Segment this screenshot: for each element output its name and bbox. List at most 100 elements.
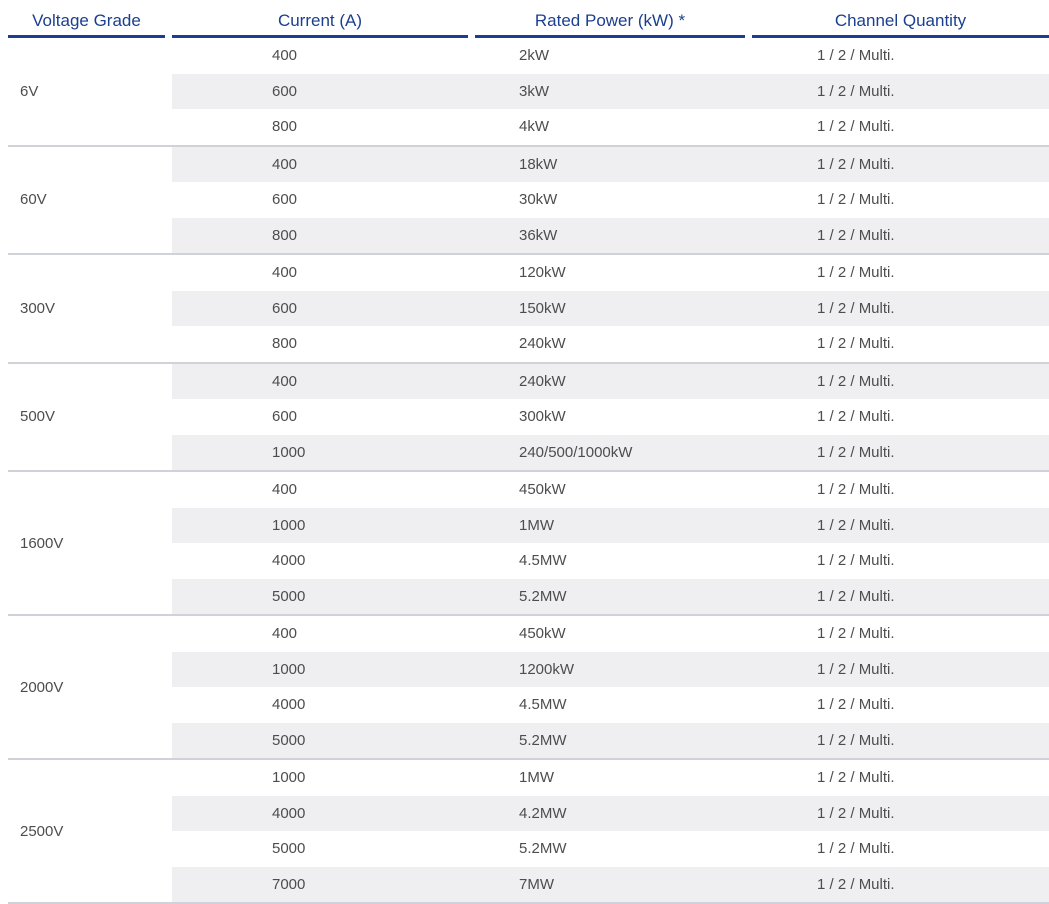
voltage-grade-cell: 6V [20, 82, 39, 100]
current-cell: 5000 [272, 731, 306, 749]
table-row: 800 240kW 1 / 2 / Multi. [172, 326, 1049, 362]
rated-power-cell: 240kW [519, 335, 566, 352]
current-cell: 4000 [272, 552, 306, 569]
header-current: Current (A) [172, 4, 468, 38]
current-cell: 1000 [272, 516, 306, 534]
channel-quantity-cell: 1 / 2 / Multi. [817, 155, 895, 173]
table-row: 4000 4.2MW 1 / 2 / Multi. [172, 795, 1049, 831]
channel-quantity-cell: 1 / 2 / Multi. [817, 516, 895, 534]
channel-quantity-cell: 1 / 2 / Multi. [817, 625, 895, 642]
channel-quantity-cell: 1 / 2 / Multi. [817, 552, 895, 569]
channel-quantity-cell: 1 / 2 / Multi. [817, 264, 895, 281]
voltage-grade-cell: 300V [20, 299, 56, 317]
voltage-grade-cell: 60V [20, 191, 47, 209]
channel-quantity-cell: 1 / 2 / Multi. [817, 696, 895, 713]
rated-power-cell: 450kW [519, 481, 566, 498]
current-cell: 600 [272, 82, 298, 100]
voltage-group: 60V 400 18kW 1 / 2 / Multi. 600 30kW 1 / 2 / M… [8, 146, 1049, 255]
table-row: 600 30kW 1 / 2 / Multi. [172, 182, 1049, 218]
table-row: 400 18kW 1 / 2 / Multi. [172, 146, 1049, 182]
channel-quantity-cell: 1 / 2 / Multi. [817, 875, 895, 893]
channel-quantity-cell: 1 / 2 / Multi. [817, 372, 895, 390]
channel-quantity-cell: 1 / 2 / Multi. [817, 408, 895, 425]
rated-power-cell: 240kW [519, 372, 566, 390]
table-row: 400 120kW 1 / 2 / Multi. [172, 255, 1049, 291]
current-cell: 5000 [272, 840, 306, 857]
spec-table: Voltage Grade Current (A) Rated Power (k… [8, 4, 1049, 904]
table-row: 400 450kW 1 / 2 / Multi. [172, 616, 1049, 652]
table-row: 400 2kW 1 / 2 / Multi. [172, 38, 1049, 74]
rated-power-cell: 450kW [519, 625, 566, 642]
channel-quantity-cell: 1 / 2 / Multi. [817, 82, 895, 100]
table-row: 1000 1MW 1 / 2 / Multi. [172, 760, 1049, 796]
rated-power-cell: 1MW [519, 516, 554, 534]
current-cell: 800 [272, 226, 298, 244]
current-cell: 400 [272, 155, 298, 173]
voltage-grade-cell: 1600V [20, 534, 64, 552]
voltage-group: 1600V 400 450kW 1 / 2 / Multi. 1000 1MW 1 / 2 … [8, 472, 1049, 616]
channel-quantity-cell: 1 / 2 / Multi. [817, 47, 895, 64]
rated-power-cell: 36kW [519, 226, 558, 244]
rated-power-cell: 4.5MW [519, 552, 567, 569]
rated-power-cell: 5.2MW [519, 840, 567, 857]
voltage-grade-cell: 500V [20, 408, 56, 426]
channel-quantity-cell: 1 / 2 / Multi. [817, 299, 895, 317]
table-row: 600 3kW 1 / 2 / Multi. [172, 73, 1049, 109]
table-row: 1000 240/500/1000kW 1 / 2 / Multi. [172, 434, 1049, 470]
current-cell: 400 [272, 481, 298, 498]
current-cell: 800 [272, 335, 298, 352]
voltage-group: 2500V 1000 1MW 1 / 2 / Multi. 4000 4.2MW 1 / 2… [8, 760, 1049, 904]
current-cell: 800 [272, 118, 298, 135]
current-cell: 5000 [272, 587, 306, 605]
current-cell: 400 [272, 264, 298, 281]
current-cell: 400 [272, 372, 298, 390]
table-header: Voltage Grade Current (A) Rated Power (k… [8, 4, 1049, 38]
rated-power-cell: 300kW [519, 408, 566, 425]
current-cell: 600 [272, 191, 298, 208]
table-body: 6V 400 2kW 1 / 2 / Multi. 600 3kW 1 / 2 / Mult… [8, 38, 1049, 904]
voltage-grade-cell: 2000V [20, 678, 64, 696]
channel-quantity-cell: 1 / 2 / Multi. [817, 660, 895, 678]
table-row: 5000 5.2MW 1 / 2 / Multi. [172, 722, 1049, 758]
table-row: 5000 5.2MW 1 / 2 / Multi. [172, 578, 1049, 614]
channel-quantity-cell: 1 / 2 / Multi. [817, 840, 895, 857]
rated-power-cell: 30kW [519, 191, 558, 208]
voltage-group: 6V 400 2kW 1 / 2 / Multi. 600 3kW 1 / 2 / Mult… [8, 38, 1049, 147]
table-row: 600 300kW 1 / 2 / Multi. [172, 399, 1049, 435]
channel-quantity-cell: 1 / 2 / Multi. [817, 769, 895, 786]
channel-quantity-cell: 1 / 2 / Multi. [817, 731, 895, 749]
current-cell: 4000 [272, 696, 306, 713]
voltage-grade-cell: 2500V [20, 822, 64, 840]
table-row: 400 450kW 1 / 2 / Multi. [172, 472, 1049, 508]
rated-power-cell: 4kW [519, 118, 549, 135]
rated-power-cell: 5.2MW [519, 587, 567, 605]
current-cell: 1000 [272, 443, 306, 461]
channel-quantity-cell: 1 / 2 / Multi. [817, 804, 895, 822]
rated-power-cell: 2kW [519, 47, 549, 64]
voltage-group: 500V 400 240kW 1 / 2 / Multi. 600 300kW 1 / 2 … [8, 363, 1049, 472]
table-row: 1000 1200kW 1 / 2 / Multi. [172, 651, 1049, 687]
channel-quantity-cell: 1 / 2 / Multi. [817, 587, 895, 605]
table-row: 4000 4.5MW 1 / 2 / Multi. [172, 543, 1049, 579]
current-cell: 600 [272, 299, 298, 317]
current-cell: 1000 [272, 660, 306, 678]
current-cell: 600 [272, 408, 298, 425]
table-row: 7000 7MW 1 / 2 / Multi. [172, 866, 1049, 902]
table-row: 1000 1MW 1 / 2 / Multi. [172, 507, 1049, 543]
current-cell: 400 [272, 47, 298, 64]
rated-power-cell: 5.2MW [519, 731, 567, 749]
table-row: 5000 5.2MW 1 / 2 / Multi. [172, 831, 1049, 867]
rated-power-cell: 1200kW [519, 660, 575, 678]
current-cell: 4000 [272, 804, 306, 822]
channel-quantity-cell: 1 / 2 / Multi. [817, 335, 895, 352]
current-cell: 1000 [272, 769, 306, 786]
rated-power-cell: 4.2MW [519, 804, 567, 822]
rated-power-cell: 7MW [519, 875, 554, 893]
rated-power-cell: 18kW [519, 155, 558, 173]
current-cell: 400 [272, 625, 298, 642]
rated-power-cell: 240/500/1000kW [519, 443, 633, 461]
rated-power-cell: 120kW [519, 264, 566, 281]
table-row: 800 36kW 1 / 2 / Multi. [172, 217, 1049, 253]
rated-power-cell: 4.5MW [519, 696, 567, 713]
voltage-group: 2000V 400 450kW 1 / 2 / Multi. 1000 1200kW 1 /… [8, 616, 1049, 760]
